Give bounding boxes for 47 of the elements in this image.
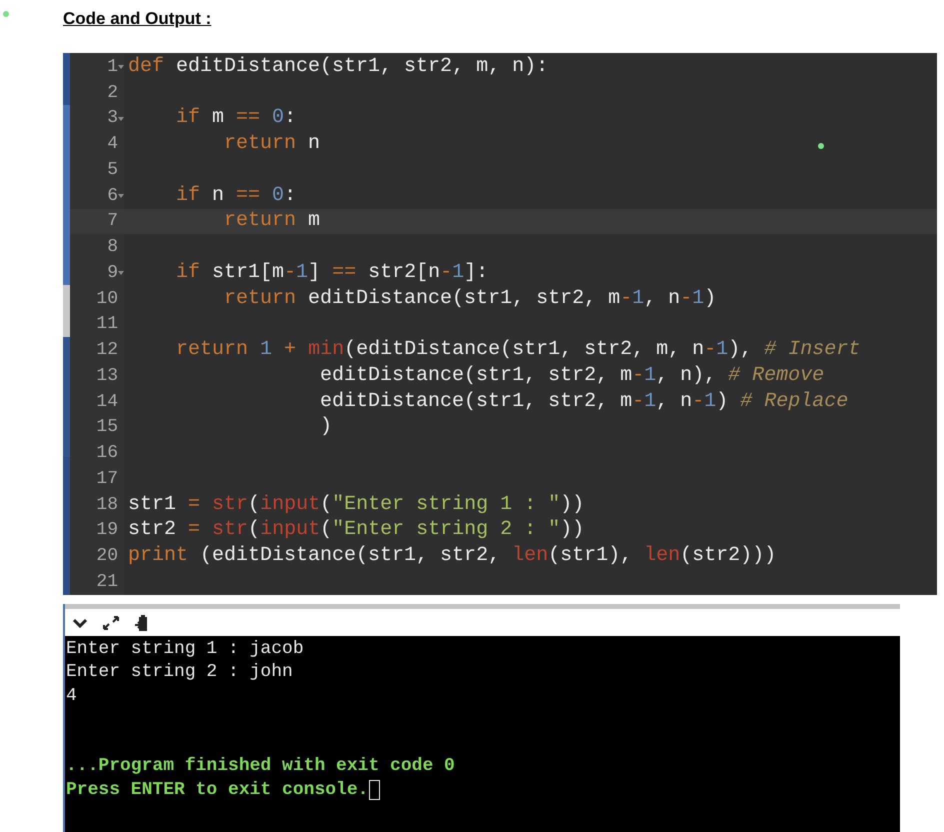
code-line: if n == 0: xyxy=(175,186,296,206)
code-line: str2 = str(input("Enter string 2 : ")) xyxy=(127,520,584,540)
status-message: Press ENTER to exit console. xyxy=(66,780,368,799)
line-number: 10 xyxy=(96,290,118,308)
code-line: def editDistance(str1, str2, m, n): xyxy=(127,56,548,77)
line-number: 18 xyxy=(96,496,118,514)
line-number: 3 xyxy=(107,109,118,128)
code-line: return m xyxy=(223,211,320,232)
line-number: 6 xyxy=(107,186,118,205)
code-line: if str1[m-1] == str2[n-1]: xyxy=(175,262,488,283)
line-number: 1 xyxy=(107,58,118,76)
code-line: if m == 0: xyxy=(175,108,296,128)
line-number: 17 xyxy=(96,470,118,488)
line-number: 5 xyxy=(107,160,118,179)
fold-caret-icon[interactable] xyxy=(118,194,124,198)
code-line: str1 = str(input("Enter string 1 : ")) xyxy=(127,494,584,515)
line-number: 8 xyxy=(107,238,118,256)
line-number: 9 xyxy=(107,264,118,282)
console-output: Enter string 2 : john xyxy=(66,663,293,682)
code-line: return 1 + min(editDistance(str1, str2, m, n-1), # Insert xyxy=(175,340,860,360)
section-heading: Code and Output : xyxy=(63,8,212,30)
line-number: 20 xyxy=(96,547,118,566)
line-number: 15 xyxy=(96,418,118,436)
code-line: return editDistance(str1, str2, m-1, n-1) xyxy=(223,288,716,309)
line-number: 12 xyxy=(96,341,118,360)
fold-caret-icon[interactable] xyxy=(118,271,124,275)
code-line: editDistance(str1, str2, m-1, n-1) # Replace xyxy=(319,392,848,412)
line-number: 4 xyxy=(107,135,118,154)
line-number: 2 xyxy=(107,84,118,102)
code-line: return n xyxy=(223,134,320,154)
fold-caret-icon[interactable] xyxy=(118,116,124,120)
chevron-down-icon[interactable] xyxy=(73,618,87,628)
line-number: 21 xyxy=(96,572,118,591)
line-number: 19 xyxy=(96,521,118,540)
code-line: ) xyxy=(319,417,332,438)
status-message: ...Program finished with exit code 0 xyxy=(66,757,455,776)
fold-caret-icon[interactable] xyxy=(118,65,124,69)
expand-icon[interactable] xyxy=(103,616,119,630)
line-number: 16 xyxy=(96,444,118,462)
line-number: 13 xyxy=(96,366,118,385)
console-output: Enter string 1 : jacob xyxy=(66,640,304,658)
line-number: 7 xyxy=(107,212,118,230)
line-number: 14 xyxy=(96,392,118,411)
code-line: editDistance(str1, str2, m-1, n), # Remove xyxy=(319,366,824,386)
code-line: print (editDistance(str1, str2, len(str1), len(str2))) xyxy=(127,546,776,566)
console-output: 4 xyxy=(66,686,77,705)
line-number: 11 xyxy=(96,315,118,334)
